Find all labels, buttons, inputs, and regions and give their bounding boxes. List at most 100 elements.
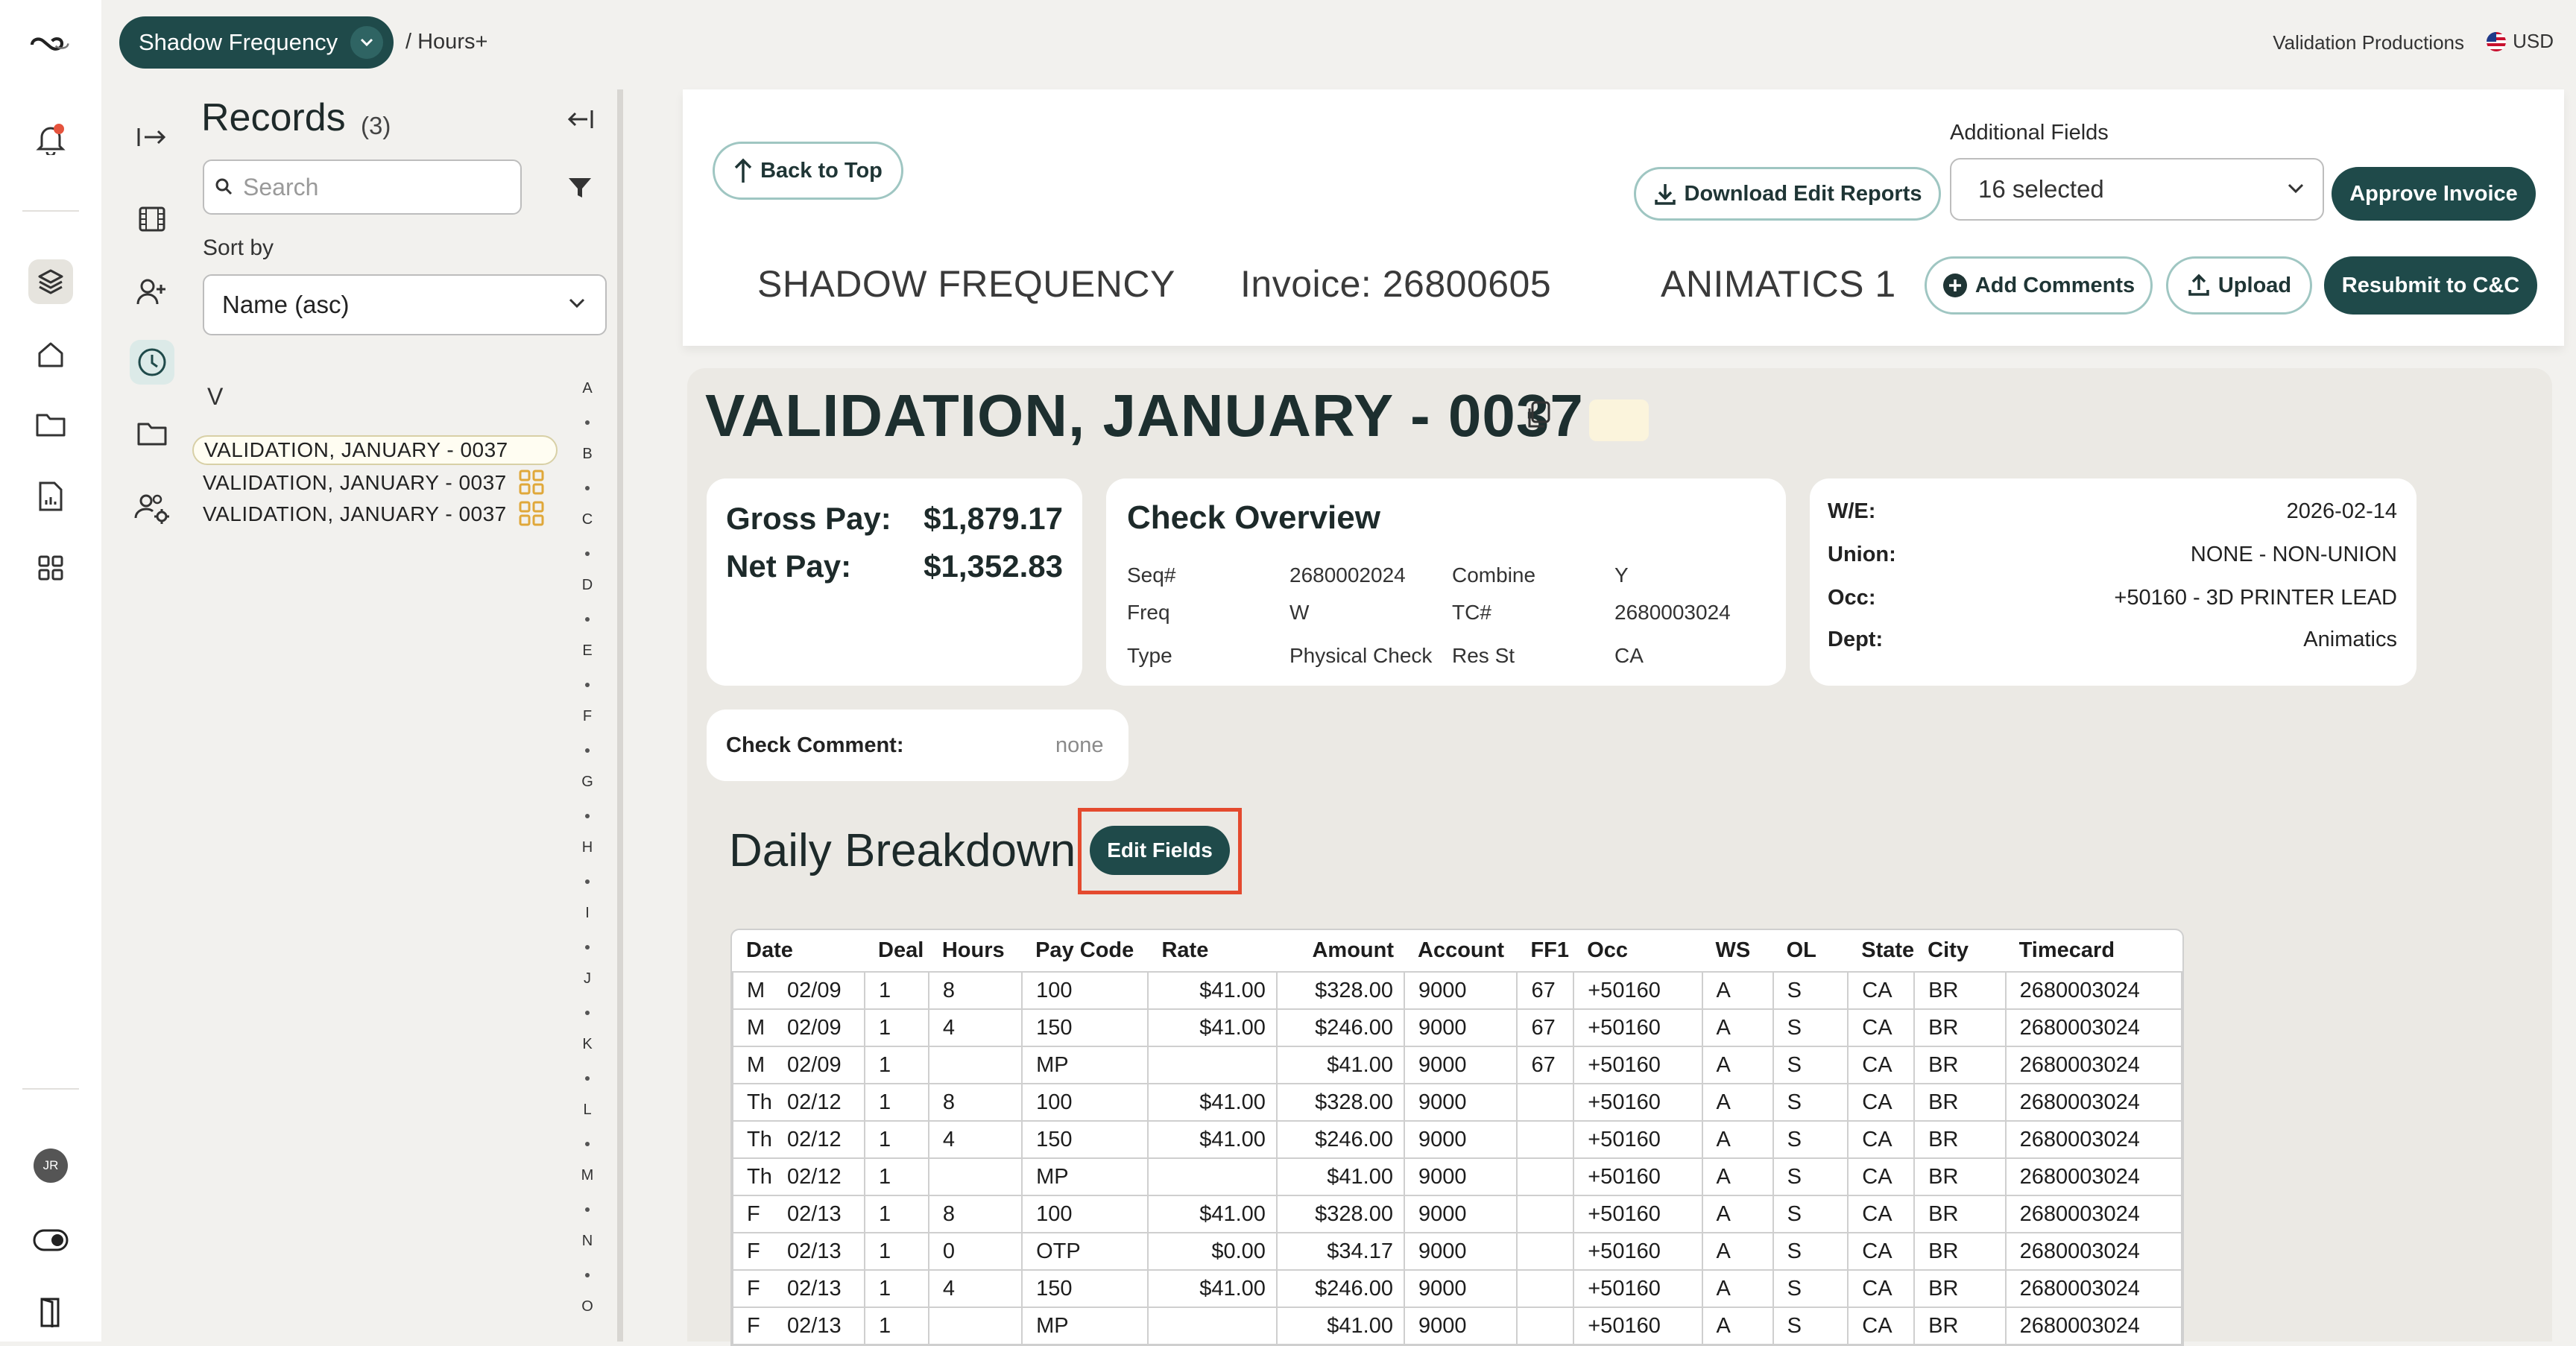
alpha-letter[interactable]: O xyxy=(574,1298,601,1315)
column-header[interactable]: Rate xyxy=(1148,930,1276,972)
alpha-letter[interactable]: D xyxy=(574,577,601,594)
pay-code-cell[interactable]: MP xyxy=(1021,1157,1149,1196)
back-to-top-button[interactable]: Back to Top xyxy=(713,142,903,200)
timecard-cell[interactable]: 2680003024 xyxy=(2004,1046,2182,1084)
hours-cell[interactable] xyxy=(927,1157,1023,1196)
ff1-cell[interactable]: 67 xyxy=(1516,1046,1575,1084)
column-header[interactable]: WS xyxy=(1702,930,1773,972)
ws-cell[interactable]: A xyxy=(1701,1083,1774,1122)
alpha-letter[interactable]: M xyxy=(574,1167,601,1184)
ff1-cell[interactable] xyxy=(1516,1083,1575,1122)
account-cell[interactable]: 9000 xyxy=(1403,1083,1518,1122)
home-icon[interactable] xyxy=(28,332,73,377)
alpha-letter[interactable]: G xyxy=(574,774,601,791)
hours-cell[interactable]: 8 xyxy=(927,1195,1023,1233)
column-header[interactable]: Date xyxy=(733,930,865,972)
amount-cell[interactable]: $246.00 xyxy=(1275,1120,1406,1159)
additional-fields-select[interactable]: 16 selected xyxy=(1950,158,2324,221)
ws-cell[interactable]: A xyxy=(1701,1008,1774,1047)
alpha-letter[interactable]: K xyxy=(574,1036,601,1053)
table-row[interactable]: Th 02/12 1 8 100 $41.00 $328.00 9000 +50160 A S CA B… xyxy=(732,1083,2182,1122)
deal-cell[interactable]: 1 xyxy=(864,1157,929,1196)
layers-icon[interactable] xyxy=(28,259,73,304)
copy-icon[interactable] xyxy=(1524,399,1553,432)
occ-cell[interactable]: +50160 xyxy=(1573,1008,1703,1047)
occ-cell[interactable]: +50160 xyxy=(1573,1083,1703,1122)
column-header[interactable]: Occ xyxy=(1573,930,1702,972)
amount-cell[interactable]: $34.17 xyxy=(1275,1232,1406,1271)
ol-cell[interactable]: S xyxy=(1772,1306,1849,1345)
city-cell[interactable]: BR xyxy=(1913,1046,2007,1084)
column-header[interactable]: FF1 xyxy=(1517,930,1573,972)
pay-code-cell[interactable]: 100 xyxy=(1021,1083,1149,1122)
alpha-letter[interactable]: N xyxy=(574,1233,601,1250)
rate-cell[interactable] xyxy=(1147,1306,1278,1345)
pay-code-cell[interactable]: 150 xyxy=(1021,1120,1149,1159)
pay-code-cell[interactable]: 100 xyxy=(1021,1195,1149,1233)
add-user-icon[interactable] xyxy=(130,270,174,315)
timecard-cell[interactable]: 2680003024 xyxy=(2004,1195,2182,1233)
timecard-cell[interactable]: 2680003024 xyxy=(2004,1232,2182,1271)
state-cell[interactable]: CA xyxy=(1847,1306,1916,1345)
table-row[interactable]: Th 02/12 1 MP $41.00 9000 +50160 A S CA BR 26800030… xyxy=(732,1157,2182,1196)
deal-cell[interactable]: 1 xyxy=(864,1269,929,1308)
expand-panel-icon[interactable] xyxy=(130,115,174,159)
timecard-cell[interactable]: 2680003024 xyxy=(2004,1120,2182,1159)
record-item[interactable]: VALIDATION, JANUARY - 0037 xyxy=(192,435,558,465)
ff1-cell[interactable] xyxy=(1516,1306,1575,1345)
hours-cell[interactable]: 0 xyxy=(927,1232,1023,1271)
search-box[interactable] xyxy=(203,159,522,215)
occ-cell[interactable]: +50160 xyxy=(1573,1157,1703,1196)
ff1-cell[interactable] xyxy=(1516,1232,1575,1271)
occ-cell[interactable]: +50160 xyxy=(1573,1120,1703,1159)
pay-code-cell[interactable]: MP xyxy=(1021,1046,1149,1084)
account-cell[interactable]: 9000 xyxy=(1403,1232,1518,1271)
film-icon[interactable] xyxy=(130,197,174,241)
breadcrumb[interactable]: / Hours+ xyxy=(405,30,487,54)
folder-icon[interactable] xyxy=(130,411,174,456)
timecard-cell[interactable]: 2680003024 xyxy=(2004,1269,2182,1308)
timecard-cell[interactable]: 2680003024 xyxy=(2004,971,2182,1010)
sort-select[interactable]: Name (asc) xyxy=(203,274,607,335)
column-header[interactable]: City xyxy=(1914,930,2005,972)
alpha-letter[interactable]: H xyxy=(574,839,601,856)
rate-cell[interactable]: $41.00 xyxy=(1147,971,1278,1010)
rate-cell[interactable]: $41.00 xyxy=(1147,1269,1278,1308)
amount-cell[interactable]: $41.00 xyxy=(1275,1046,1406,1084)
panel-resize-handle[interactable] xyxy=(617,89,623,1342)
rate-cell[interactable]: $41.00 xyxy=(1147,1195,1278,1233)
occ-cell[interactable]: +50160 xyxy=(1573,1232,1703,1271)
table-row[interactable]: M 02/09 1 MP $41.00 9000 67 +50160 A S CA BR 2680003… xyxy=(732,1046,2182,1084)
ws-cell[interactable]: A xyxy=(1701,1046,1774,1084)
clock-icon[interactable] xyxy=(130,340,174,385)
ws-cell[interactable]: A xyxy=(1701,1232,1774,1271)
hours-cell[interactable]: 8 xyxy=(927,1083,1023,1122)
deal-cell[interactable]: 1 xyxy=(864,1232,929,1271)
state-cell[interactable]: CA xyxy=(1847,1046,1916,1084)
table-row[interactable]: Th 02/12 1 4 150 $41.00 $246.00 9000 +50160 A S CA B… xyxy=(732,1120,2182,1159)
ws-cell[interactable]: A xyxy=(1701,1157,1774,1196)
occ-cell[interactable]: +50160 xyxy=(1573,1195,1703,1233)
resubmit-button[interactable]: Resubmit to C&C xyxy=(2324,256,2537,315)
ol-cell[interactable]: S xyxy=(1772,971,1849,1010)
table-row[interactable]: F 02/13 1 8 100 $41.00 $328.00 9000 +50160 A S CA BR… xyxy=(732,1195,2182,1233)
state-cell[interactable]: CA xyxy=(1847,1195,1916,1233)
rate-cell[interactable]: $0.00 xyxy=(1147,1232,1278,1271)
pay-code-cell[interactable]: MP xyxy=(1021,1306,1149,1345)
city-cell[interactable]: BR xyxy=(1913,1083,2007,1122)
rate-cell[interactable]: $41.00 xyxy=(1147,1008,1278,1047)
project-switcher[interactable]: Shadow Frequency xyxy=(119,16,394,69)
column-header[interactable]: Pay Code xyxy=(1022,930,1148,972)
hours-cell[interactable] xyxy=(927,1306,1023,1345)
currency-selector[interactable]: USD xyxy=(2486,30,2554,53)
hours-cell[interactable]: 4 xyxy=(927,1008,1023,1047)
ol-cell[interactable]: S xyxy=(1772,1232,1849,1271)
ff1-cell[interactable]: 67 xyxy=(1516,971,1575,1010)
ff1-cell[interactable] xyxy=(1516,1195,1575,1233)
city-cell[interactable]: BR xyxy=(1913,1269,2007,1308)
state-cell[interactable]: CA xyxy=(1847,1157,1916,1196)
ol-cell[interactable]: S xyxy=(1772,1083,1849,1122)
city-cell[interactable]: BR xyxy=(1913,1232,2007,1271)
rate-cell[interactable] xyxy=(1147,1157,1278,1196)
account-cell[interactable]: 9000 xyxy=(1403,971,1518,1010)
